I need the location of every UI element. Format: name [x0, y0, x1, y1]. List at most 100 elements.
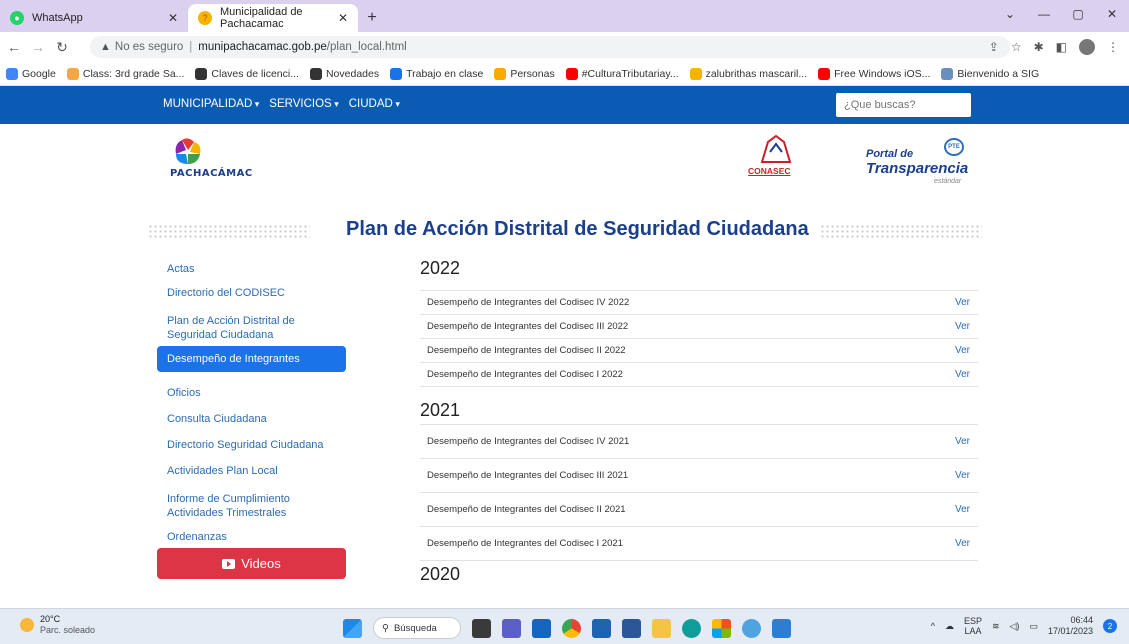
weather-temp: 20°C — [40, 614, 61, 624]
pachacamac-logo[interactable]: PACHACÁMAC — [166, 136, 276, 188]
ver-link[interactable]: Ver — [955, 297, 970, 308]
close-icon[interactable]: ✕ — [338, 11, 348, 25]
url-field[interactable]: ▲ No es seguro | munipachacamac.gob.pe /… — [90, 36, 1010, 58]
bookmark-label: Trabajo en clase — [406, 67, 484, 80]
sun-icon — [20, 618, 34, 632]
store-icon[interactable] — [712, 618, 731, 638]
bookmark-favicon-icon — [6, 67, 18, 80]
windows-start-icon[interactable] — [343, 618, 362, 638]
teams-icon[interactable] — [502, 618, 521, 638]
forward-icon[interactable]: → — [28, 39, 48, 55]
bookmark-favicon-icon — [66, 67, 79, 80]
tab-whatsapp[interactable]: ● WhatsApp ✕ — [0, 4, 188, 32]
edge-icon[interactable] — [682, 618, 701, 638]
document-title: Desempeño de Integrantes del Codisec I 2… — [427, 369, 623, 380]
ver-link[interactable]: Ver — [955, 538, 970, 549]
bookmark-label: Free Windows iOS... — [834, 67, 931, 80]
chevron-up-icon[interactable]: ^ — [931, 621, 935, 631]
notification-badge[interactable]: 2 — [1103, 619, 1117, 633]
menu-icon[interactable]: ⋮ — [1107, 40, 1119, 54]
sidebar-item[interactable]: Actividades Plan Local — [157, 464, 346, 478]
url-path: /plan_local.html — [326, 41, 407, 53]
chevron-down-icon[interactable]: ⌄ — [993, 0, 1027, 28]
ver-link[interactable]: Ver — [955, 345, 970, 356]
document-title: Desempeño de Integrantes del Codisec II … — [427, 504, 626, 515]
file-explorer-icon[interactable] — [652, 618, 671, 638]
sidebar-item[interactable]: Ordenanzas — [157, 530, 346, 544]
ver-link[interactable]: Ver — [955, 321, 970, 332]
sidebar-item[interactable]: Desempeño de Integrantes — [157, 346, 346, 372]
photos-icon[interactable] — [772, 618, 791, 638]
avatar[interactable] — [1079, 39, 1095, 55]
bookmark-item[interactable]: Bienvenido a SIG — [941, 67, 1039, 80]
pachacamac-emblem-icon — [175, 138, 201, 164]
warning-icon: ▲ — [100, 41, 111, 53]
volume-icon[interactable]: ◁) — [1010, 621, 1020, 632]
videos-button[interactable]: Videos — [157, 548, 346, 579]
bookmark-favicon-icon — [941, 67, 954, 80]
language-indicator[interactable]: ESP LAA — [964, 616, 982, 636]
clock-time: 06:44 — [1070, 615, 1093, 625]
pachacamac-favicon: ? — [198, 11, 212, 25]
close-window-icon[interactable]: ✕ — [1095, 0, 1129, 28]
share-icon[interactable]: ⇪ — [989, 40, 999, 54]
sidebar-item[interactable]: Plan de Acción Distrital de Seguridad Ci… — [157, 314, 346, 342]
nav-ciudad[interactable]: CIUDAD — [349, 98, 400, 110]
nav-servicios[interactable]: SERVICIOS — [269, 98, 338, 110]
dotted-pattern-left — [148, 224, 310, 238]
task-view-icon[interactable] — [472, 618, 491, 638]
weather-widget[interactable]: 20°C Parc. soleado — [20, 614, 95, 636]
close-icon[interactable]: ✕ — [168, 11, 178, 25]
app-globe-icon[interactable] — [742, 618, 761, 638]
maximize-icon[interactable]: ▢ — [1061, 0, 1095, 28]
mail-icon[interactable] — [532, 618, 551, 638]
document-title: Desempeño de Integrantes del Codisec IV … — [427, 436, 630, 447]
reload-icon[interactable]: ↻ — [52, 39, 72, 56]
sidebar-item[interactable]: Actas — [157, 262, 346, 276]
lang-secondary: LAA — [964, 626, 982, 636]
tab-pachacamac[interactable]: ? Municipalidad de Pachacamac ✕ — [188, 4, 358, 32]
cloud-icon[interactable]: ☁ — [945, 621, 954, 632]
document-title: Desempeño de Integrantes del Codisec IV … — [427, 297, 630, 308]
bookmark-item[interactable]: Class: 3rd grade Sa... — [66, 67, 184, 80]
nav-municipalidad[interactable]: MUNICIPALIDAD — [163, 98, 259, 110]
battery-icon[interactable]: ▭ — [1029, 621, 1038, 632]
chrome-icon[interactable] — [562, 618, 581, 638]
bookmark-item[interactable]: Trabajo en clase — [390, 67, 484, 80]
bookmark-item[interactable]: zalubrithas mascaril... — [689, 67, 807, 80]
app-l-icon[interactable] — [592, 618, 611, 638]
table-row: Desempeño de Integrantes del Codisec II … — [420, 338, 978, 362]
sidebar-item[interactable]: Directorio del CODISEC — [157, 286, 346, 300]
year-heading: 2022 — [420, 258, 461, 278]
ver-link[interactable]: Ver — [955, 504, 970, 515]
search-icon: ⚲ — [382, 622, 389, 634]
word-icon[interactable] — [622, 618, 641, 638]
bookmark-item[interactable]: #CulturaTributariay... — [565, 67, 679, 80]
browser-tab-bar: ● WhatsApp ✕ ? Municipalidad de Pachacam… — [0, 0, 1129, 32]
bookmark-item[interactable]: Free Windows iOS... — [818, 67, 931, 80]
wifi-icon[interactable]: ≋ — [992, 621, 1000, 632]
ver-link[interactable]: Ver — [955, 369, 970, 380]
sidepanel-icon[interactable]: ◧ — [1056, 40, 1067, 54]
bookmark-item[interactable]: Claves de licenci... — [195, 67, 299, 80]
taskbar-search[interactable]: ⚲ Búsqueda — [373, 617, 461, 639]
ver-link[interactable]: Ver — [955, 470, 970, 481]
extensions-icon[interactable]: ✱ — [1034, 40, 1044, 54]
bookmark-item[interactable]: Novedades — [309, 67, 379, 80]
back-icon[interactable]: ← — [4, 39, 24, 55]
clock[interactable]: 06:44 17/01/2023 — [1048, 615, 1093, 637]
taskbar-search-label: Búsqueda — [393, 622, 437, 634]
table-row: Desempeño de Integrantes del Codisec I 2… — [420, 362, 978, 386]
toolbar-icons: ⇪ ☆ ✱ ◧ ⋮ — [989, 39, 1119, 55]
ver-link[interactable]: Ver — [955, 436, 970, 447]
minimize-icon[interactable]: — — [1027, 0, 1061, 28]
sidebar-item[interactable]: Directorio Seguridad Ciudadana — [157, 438, 346, 452]
sidebar-item[interactable]: Oficios — [157, 386, 346, 400]
sidebar-item[interactable]: Consulta Ciudadana — [157, 412, 346, 426]
sidebar-item[interactable]: Informe de Cumplimiento Actividades Trim… — [157, 492, 346, 520]
weather-desc: Parc. soleado — [40, 625, 96, 635]
new-tab-button[interactable]: + — [358, 4, 386, 32]
bookmark-item[interactable]: Personas — [494, 67, 555, 80]
bookmark-item[interactable]: Google — [6, 67, 56, 80]
star-icon[interactable]: ☆ — [1011, 40, 1022, 54]
